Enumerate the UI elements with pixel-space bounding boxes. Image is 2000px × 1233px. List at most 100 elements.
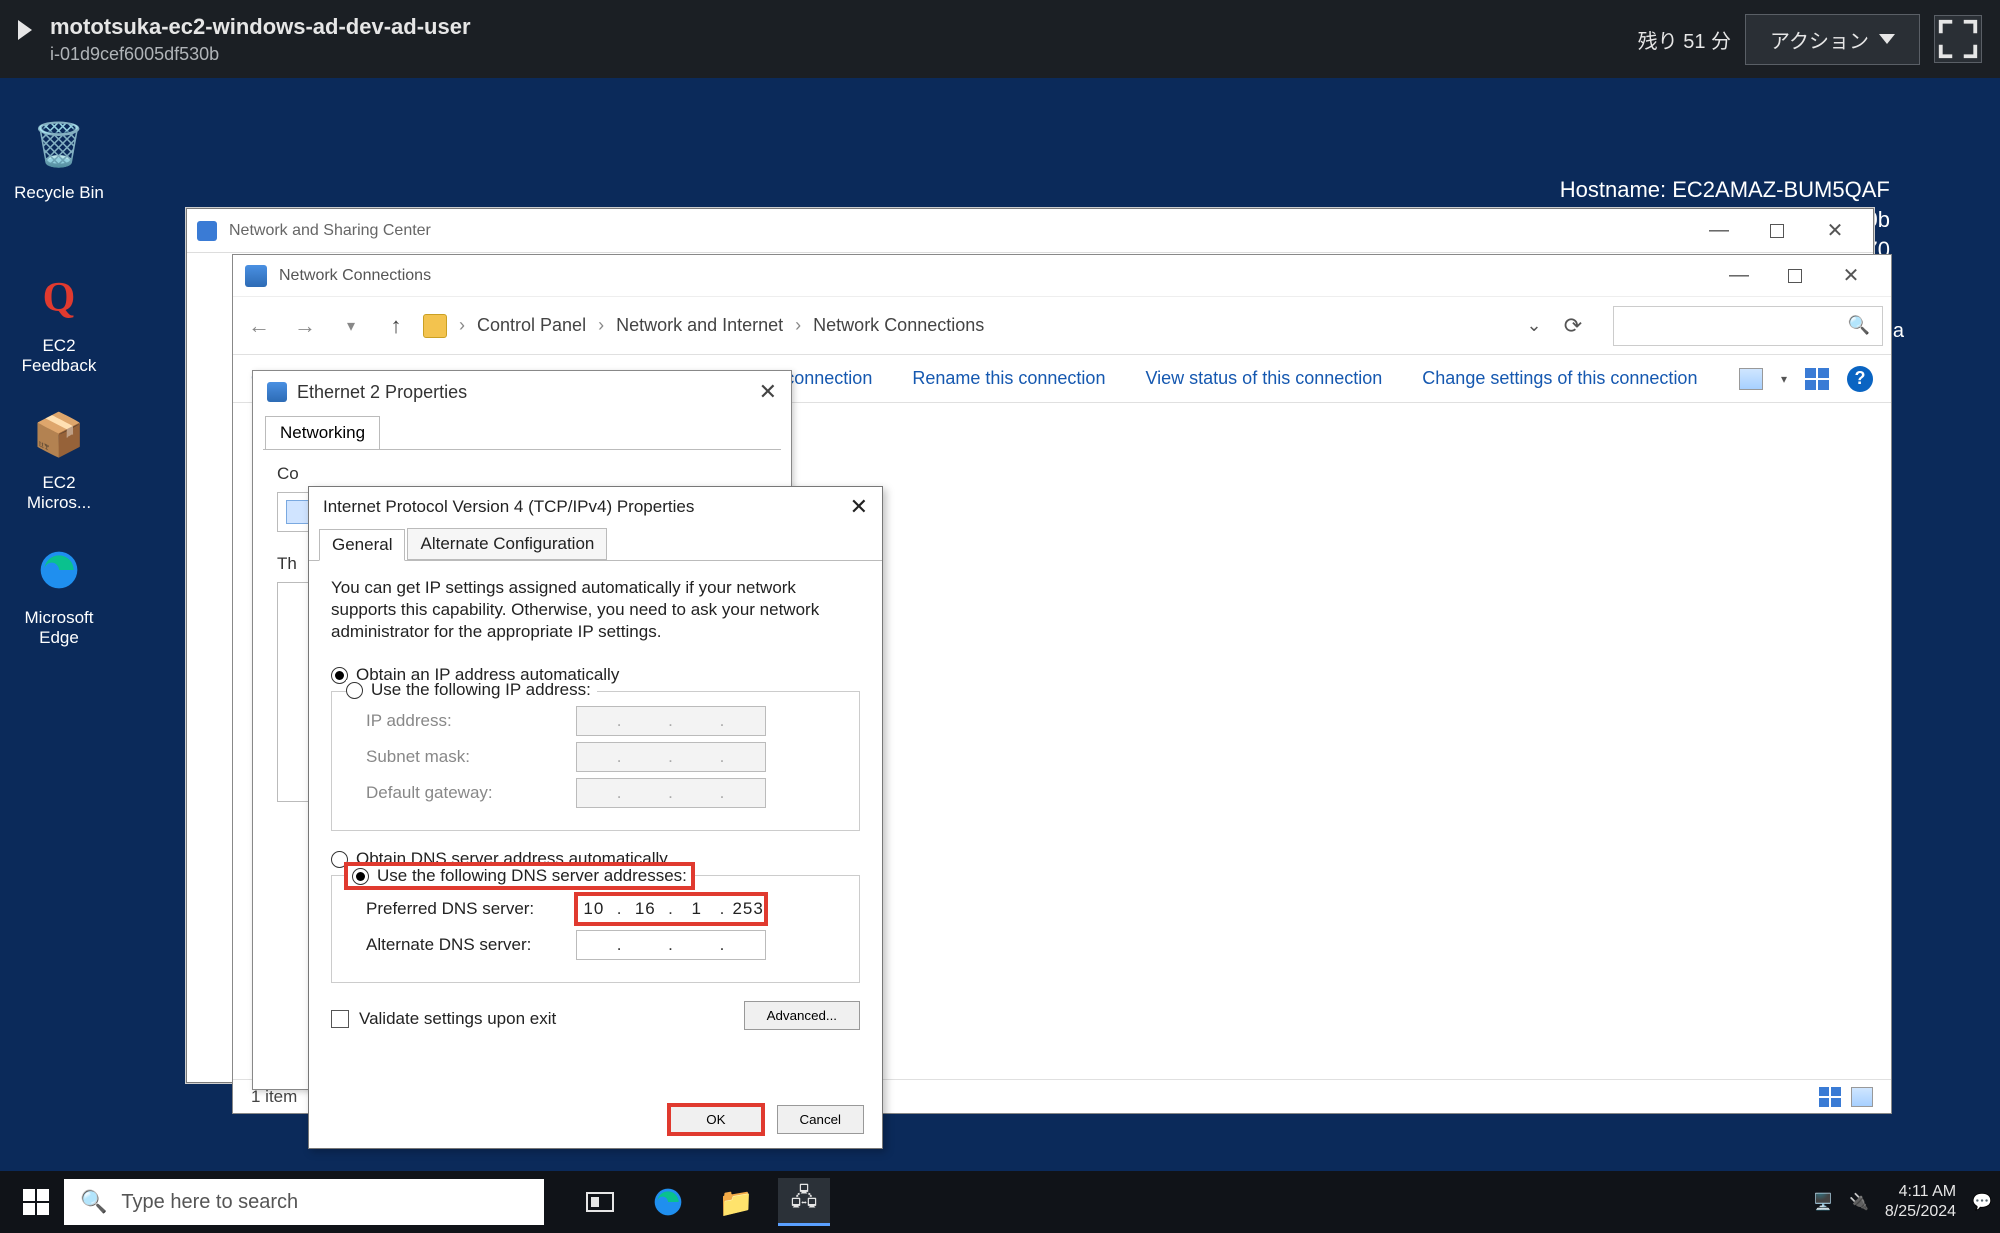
address-dropdown[interactable]: ⌄ <box>1521 313 1547 339</box>
dns-octet-3[interactable]: 1 <box>680 899 714 919</box>
minimize-button[interactable]: — <box>1691 212 1747 250</box>
taskbar-app-explorer[interactable]: 📁 <box>710 1178 762 1226</box>
desktop-icon-edge[interactable]: Microsoft Edge <box>4 540 114 648</box>
radio-label: Use the following DNS server addresses: <box>377 866 687 886</box>
taskbar-app-edge[interactable] <box>642 1178 694 1226</box>
breadcrumb[interactable]: › Control Panel › Network and Internet ›… <box>423 314 984 338</box>
nc-titlebar[interactable]: Network Connections — ✕ <box>233 255 1891 297</box>
view-large-icon[interactable] <box>1851 1087 1873 1107</box>
view-mode-button[interactable] <box>1739 368 1763 390</box>
gw-label: Default gateway: <box>366 783 576 803</box>
tray-notifications-icon[interactable]: 💬 <box>1972 1192 1992 1212</box>
desktop-icon-ec2-microsoft[interactable]: 📦 EC2 Micros... <box>4 405 114 513</box>
group-ip-manual: Use the following IP address: IP address… <box>331 691 860 831</box>
taskview-icon <box>586 1190 614 1214</box>
desktop-icon-ec2-feedback[interactable]: Q EC2 Feedback <box>4 268 114 376</box>
nav-up-button[interactable]: ↑ <box>379 309 413 343</box>
windows-logo-icon <box>23 1189 49 1215</box>
tab-networking[interactable]: Networking <box>265 416 380 449</box>
nc-window-icon <box>245 265 267 287</box>
radio-label: Use the following IP address: <box>371 680 591 700</box>
refresh-button[interactable]: ⟳ <box>1553 306 1593 346</box>
dns-octet-2[interactable]: 16 <box>628 899 662 919</box>
field-preferred-dns: Preferred DNS server: 10. 16. 1. 253 <box>366 894 845 924</box>
nav-back-button[interactable]: ← <box>241 308 277 344</box>
minimize-button[interactable]: — <box>1711 257 1767 295</box>
network-icon: 🖧 <box>791 1180 818 1221</box>
alternate-dns-input[interactable]: ... <box>576 930 766 960</box>
tcp-tabbar: General Alternate Configuration <box>309 527 882 561</box>
close-button[interactable]: ✕ <box>1823 257 1879 295</box>
crumb-control-panel[interactable]: Control Panel <box>477 315 586 336</box>
desktop-icon-recycle-bin[interactable]: 🗑️ Recycle Bin <box>4 115 114 203</box>
eth-titlebar[interactable]: Ethernet 2 Properties ✕ <box>253 371 791 413</box>
taskview-button[interactable] <box>574 1178 626 1226</box>
toolbar-change-settings[interactable]: Change settings of this connection <box>1422 368 1697 389</box>
maximize-button[interactable] <box>1767 257 1823 295</box>
advanced-button[interactable]: Advanced... <box>744 1001 860 1030</box>
cancel-button[interactable]: Cancel <box>777 1105 865 1134</box>
crumb-network-internet[interactable]: Network and Internet <box>616 315 783 336</box>
desktop-icon-label: EC2 Feedback <box>4 336 114 376</box>
taskbar-apps: 📁 🖧 <box>574 1178 830 1226</box>
session-subtitle: i-01d9cef6005df530b <box>50 44 471 65</box>
checkbox-validate-on-exit[interactable]: Validate settings upon exit <box>331 1009 556 1029</box>
close-button[interactable]: ✕ <box>850 494 868 520</box>
view-details-icon[interactable] <box>1819 1087 1841 1107</box>
close-button[interactable]: ✕ <box>1807 212 1863 250</box>
session-title-block: mototsuka-ec2-windows-ad-dev-ad-user i-0… <box>50 14 471 65</box>
checkbox-icon <box>331 1010 349 1028</box>
dialog-ipv4-properties[interactable]: Internet Protocol Version 4 (TCP/IPv4) P… <box>308 486 883 1149</box>
desktop-icon-label: Microsoft Edge <box>4 608 114 648</box>
help-button[interactable]: ? <box>1847 366 1873 392</box>
radio-use-ip-manual[interactable]: Use the following IP address: <box>346 680 597 700</box>
nsc-title: Network and Sharing Center <box>229 222 431 240</box>
mask-input: ... <box>576 742 766 772</box>
search-box[interactable]: 🔍 <box>1613 306 1883 346</box>
nav-history-button[interactable]: ▾ <box>333 308 369 344</box>
preferred-dns-input[interactable]: 10. 16. 1. 253 <box>576 894 766 924</box>
taskbar-app-network-connections[interactable]: 🖧 <box>778 1178 830 1226</box>
toolbar-view-status[interactable]: View status of this connection <box>1145 368 1382 389</box>
clock[interactable]: 4:11 AM 8/25/2024 <box>1885 1182 1956 1222</box>
tab-general[interactable]: General <box>319 529 405 561</box>
overlay-stray-a: a <box>1893 320 1904 343</box>
box-icon: 📦 <box>29 405 89 465</box>
view-tiles-button[interactable] <box>1805 368 1829 390</box>
adns-label: Alternate DNS server: <box>366 935 576 955</box>
play-icon <box>18 20 32 40</box>
tcp-titlebar[interactable]: Internet Protocol Version 4 (TCP/IPv4) P… <box>309 487 882 527</box>
dns-octet-1[interactable]: 10 <box>577 899 611 919</box>
connect-using-label: Co <box>277 464 767 484</box>
taskbar-search[interactable]: 🔍 Type here to search <box>64 1179 544 1225</box>
tray-monitor-icon[interactable]: 🖥️ <box>1813 1192 1833 1212</box>
maximize-button[interactable] <box>1749 212 1805 250</box>
action-button[interactable]: アクション <box>1745 14 1920 65</box>
edge-icon <box>652 1186 684 1218</box>
toolbar-rename[interactable]: Rename this connection <box>912 368 1105 389</box>
tray-network-icon[interactable]: 🔌 <box>1849 1192 1869 1212</box>
ok-button[interactable]: OK <box>669 1105 762 1134</box>
control-panel-icon <box>423 314 447 338</box>
overlay-hostname: Hostname: EC2AMAZ-BUM5QAF <box>1560 175 1890 205</box>
taskbar[interactable]: 🔍 Type here to search 📁 🖧 🖥️ 🔌 4:11 AM 8… <box>0 1171 2000 1233</box>
fullscreen-icon <box>1935 16 1981 62</box>
nsc-titlebar[interactable]: Network and Sharing Center — ✕ <box>187 209 1873 253</box>
close-button[interactable]: ✕ <box>759 379 777 405</box>
radio-use-dns-manual[interactable]: Use the following DNS server addresses: <box>346 864 693 888</box>
folder-icon: 📁 <box>719 1186 754 1219</box>
start-button[interactable] <box>8 1178 64 1226</box>
crumb-network-connections[interactable]: Network Connections <box>813 315 984 336</box>
gw-input: ... <box>576 778 766 808</box>
nc-navbar: ← → ▾ ↑ › Control Panel › Network and In… <box>233 297 1891 355</box>
checkbox-label: Validate settings upon exit <box>359 1009 556 1029</box>
nav-forward-button[interactable]: → <box>287 308 323 344</box>
system-tray[interactable]: 🖥️ 🔌 4:11 AM 8/25/2024 💬 <box>1813 1182 1992 1222</box>
nc-title: Network Connections <box>279 267 431 285</box>
chevron-right-icon: › <box>598 315 604 336</box>
tab-alternate-configuration[interactable]: Alternate Configuration <box>407 528 607 560</box>
session-title: mototsuka-ec2-windows-ad-dev-ad-user <box>50 14 471 40</box>
group-dns-manual: Use the following DNS server addresses: … <box>331 875 860 983</box>
fullscreen-button[interactable] <box>1934 15 1982 63</box>
dns-octet-4[interactable]: 253 <box>731 899 765 919</box>
